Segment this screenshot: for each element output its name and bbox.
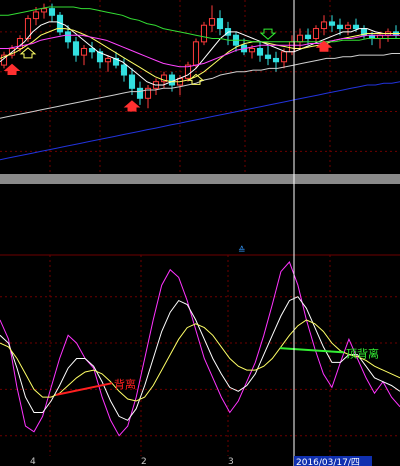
candle-body-8 <box>64 31 72 43</box>
candle-body-15 <box>120 64 128 76</box>
candle-body-42 <box>336 24 344 30</box>
candle-body-5 <box>40 8 48 13</box>
candle-body-10 <box>80 47 88 56</box>
candle-body-32 <box>256 47 264 56</box>
candle-body-6 <box>48 8 56 16</box>
divergence-label-0: 背离 <box>114 377 136 391</box>
candle-body-25 <box>200 24 208 43</box>
candle-body-24 <box>192 41 200 66</box>
cursor-date-label: 2016/03/17/四 <box>296 458 360 466</box>
candle-body-38 <box>304 34 312 40</box>
candle-body-34 <box>272 57 280 63</box>
candle-body-35 <box>280 51 288 63</box>
divergence-label-1: 顶背离 <box>346 346 379 360</box>
candle-body-27 <box>216 18 224 30</box>
candle-body-44 <box>352 24 360 30</box>
candle-body-4 <box>32 11 40 20</box>
chart-background <box>0 0 400 466</box>
axis-label-3: 3 <box>228 457 234 466</box>
chart-canvas[interactable]: ≙ 背离 顶背离 4 2 3 2016/03/17/四 <box>0 0 400 466</box>
candle-body-16 <box>128 74 136 89</box>
axis-label-2: 2 <box>141 457 147 466</box>
candle-body-26 <box>208 18 216 26</box>
candle-body-9 <box>72 41 80 56</box>
candle-body-39 <box>312 28 320 40</box>
candle-body-33 <box>264 54 272 59</box>
candle-body-31 <box>248 47 256 53</box>
candle-body-41 <box>328 21 336 26</box>
candle-body-21 <box>168 74 176 86</box>
candle-body-37 <box>296 34 304 43</box>
candle-body-13 <box>104 57 112 63</box>
panel-separator[interactable] <box>0 174 400 184</box>
candle-body-43 <box>344 24 352 30</box>
candle-body-40 <box>320 21 328 30</box>
candle-body-17 <box>136 87 144 99</box>
indicator-marker-icon[interactable]: ≙ <box>238 245 246 256</box>
axis-label-1: 4 <box>30 457 36 466</box>
